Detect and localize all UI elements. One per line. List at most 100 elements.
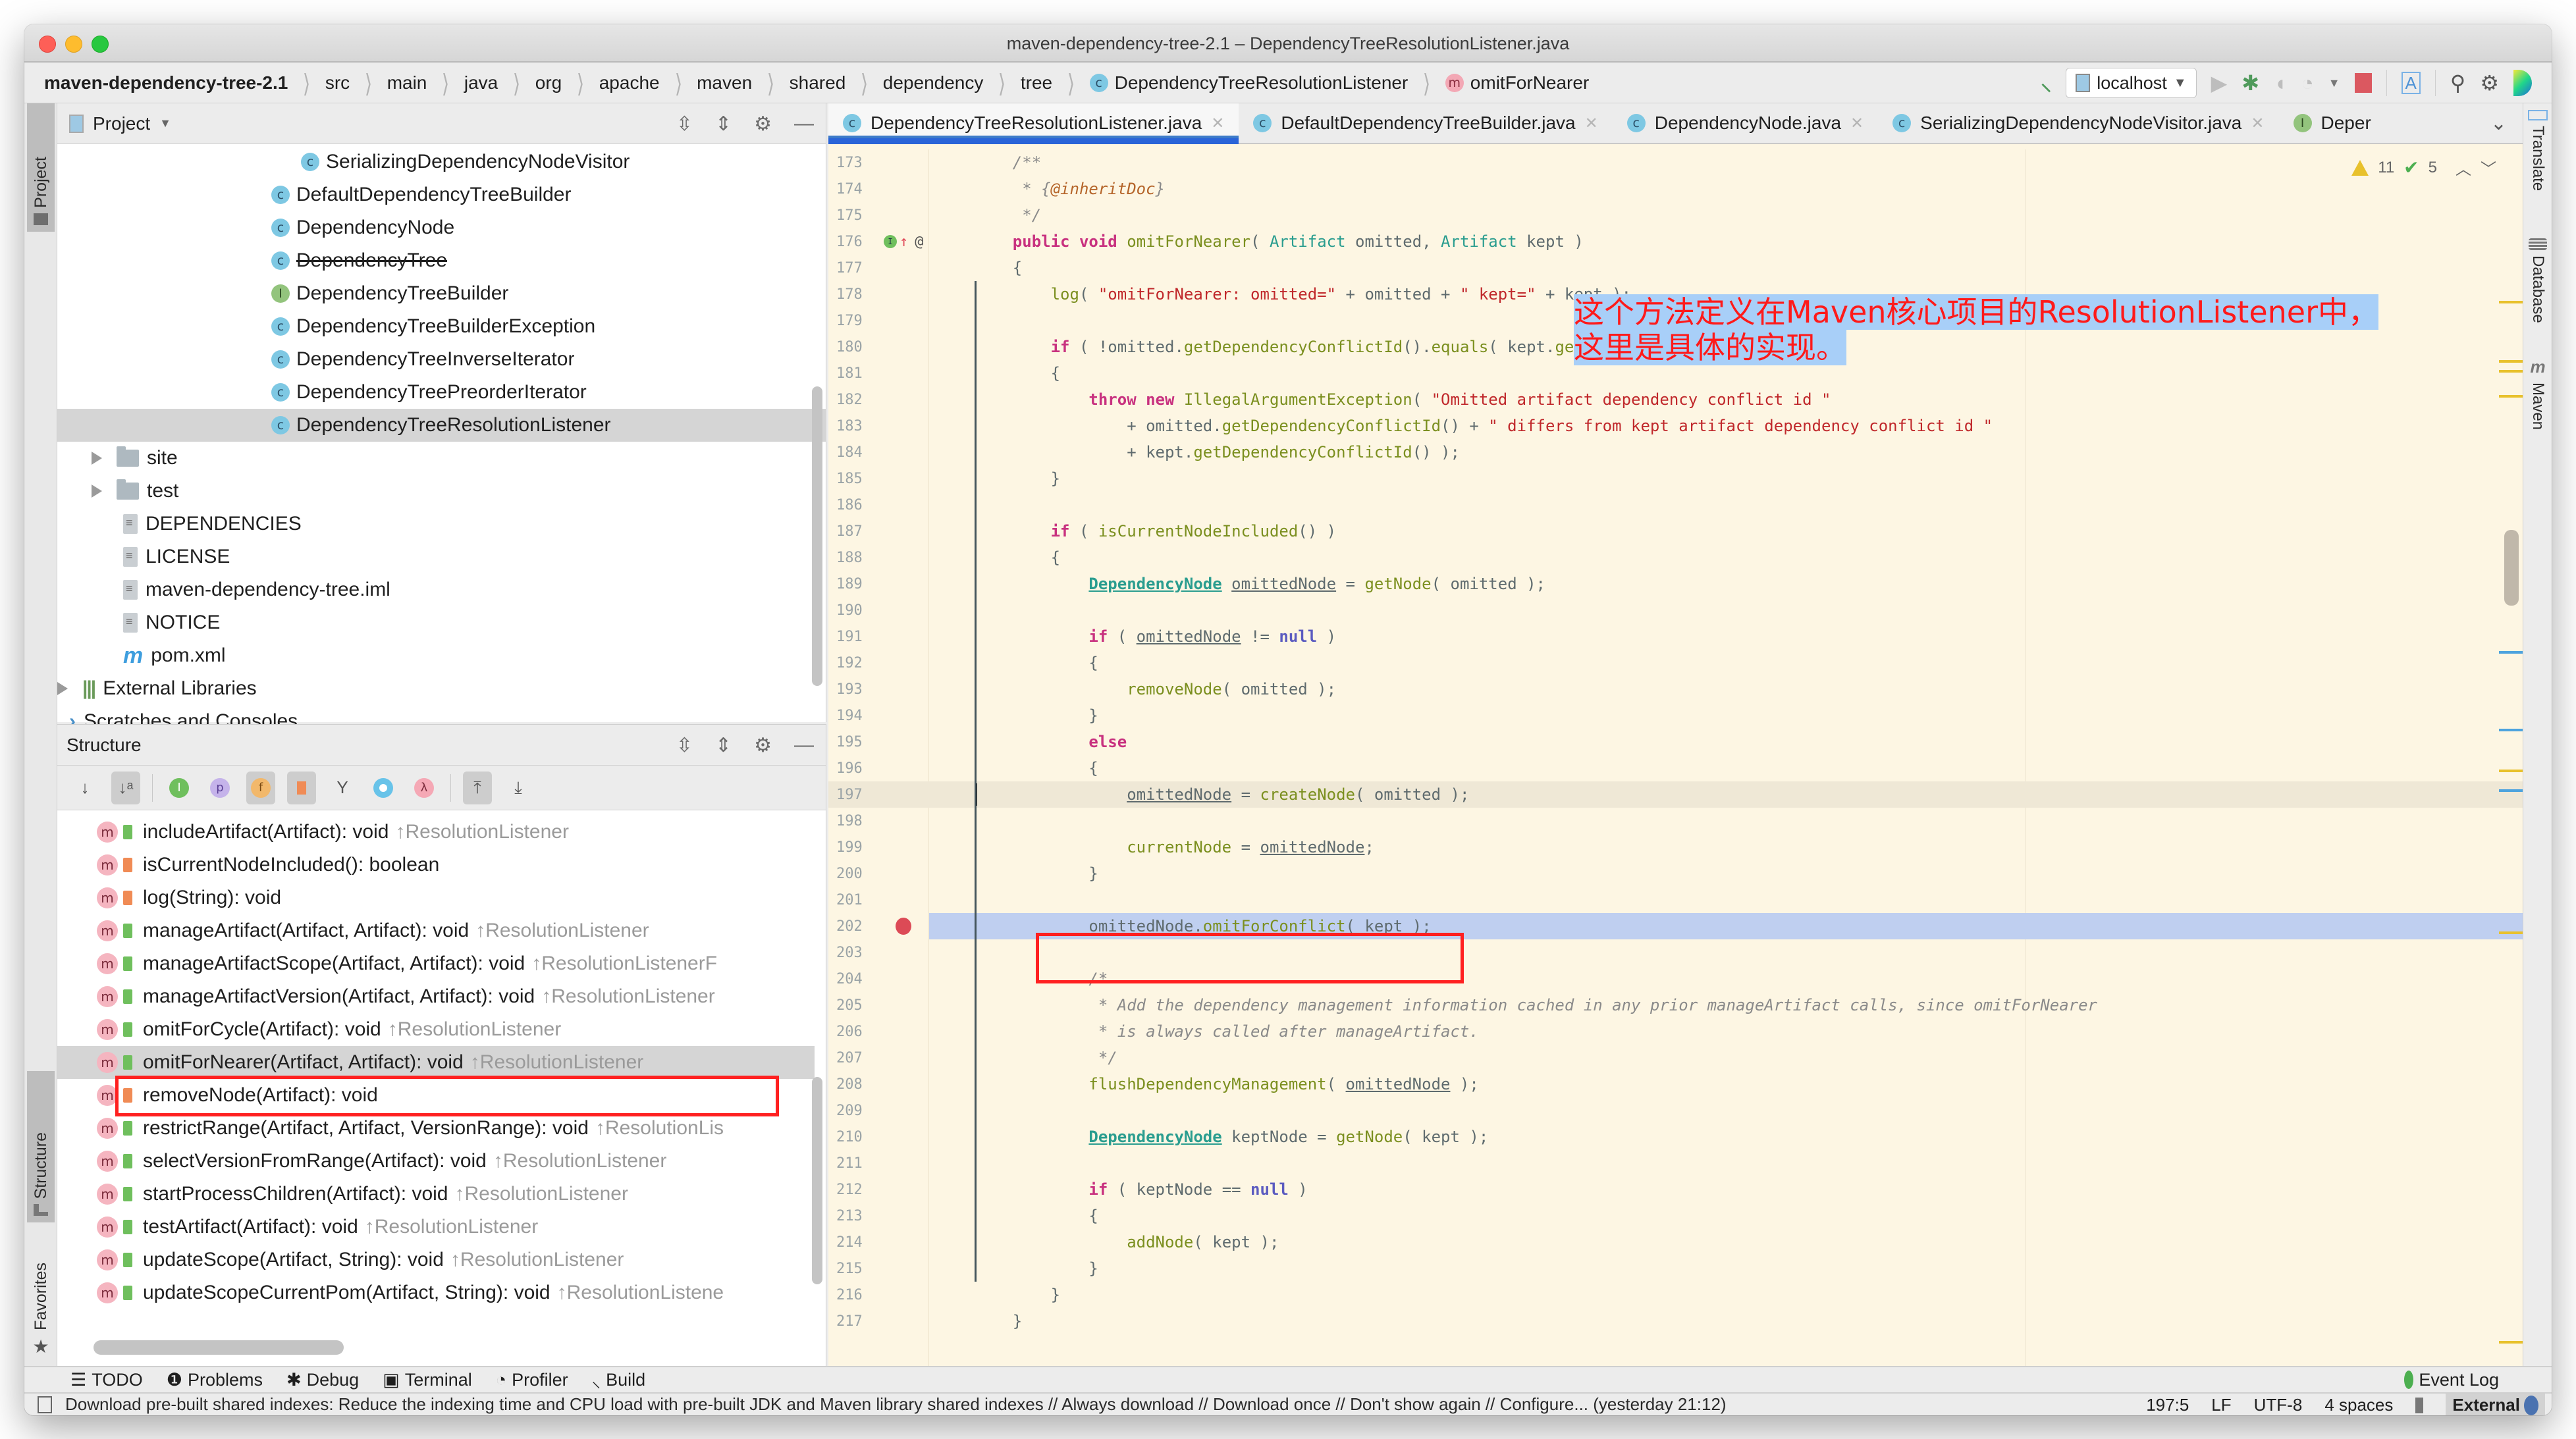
more-tabs-chevron-icon[interactable]: ⌄ xyxy=(2475,103,2523,143)
structure-item[interactable]: m manageArtifact(Artifact, Artifact): voi… xyxy=(57,914,815,947)
code-editor[interactable]: c DependencyTreeResolutionListener.java ✕ c… xyxy=(828,103,2523,1366)
status-message[interactable]: Download pre-built shared indexes: Reduc… xyxy=(65,1394,1727,1415)
read-only-lock-icon[interactable] xyxy=(2415,1397,2424,1413)
tree-item[interactable]: c DefaultDependencyTreeBuilder xyxy=(57,178,826,211)
project-view-selector[interactable]: Project xyxy=(93,113,150,134)
breadcrumb-item[interactable]: src xyxy=(325,72,350,93)
sort-by-visibility-icon[interactable]: ↓ xyxy=(70,772,99,804)
structure-item[interactable]: m omitForCycle(Artifact): void ↑Resolution… xyxy=(57,1013,815,1046)
code-line[interactable]: 183 + omitted.getDependencyConflictId() … xyxy=(828,413,2523,439)
indent-setting[interactable]: 4 spaces xyxy=(2324,1395,2393,1415)
sort-alphabetically-icon[interactable]: ↓ᵃ xyxy=(111,771,140,804)
run-icon[interactable]: ▶ xyxy=(2211,72,2228,93)
code-line[interactable]: 210 DependencyNode keptNode = getNode( k… xyxy=(828,1124,2523,1150)
code-line[interactable]: 188 { xyxy=(828,544,2523,571)
code-line[interactable]: 198 xyxy=(828,808,2523,834)
breadcrumb-item[interactable]: m omitForNearer xyxy=(1445,72,1589,93)
code-line[interactable]: 182 throw new IllegalArgumentException( … xyxy=(828,386,2523,413)
expand-all-icon[interactable]: ⇳ xyxy=(676,113,693,136)
structure-item[interactable]: m manageArtifactVersion(Artifact, Artifac… xyxy=(57,980,815,1013)
show-lambdas-fork-icon[interactable]: Y xyxy=(328,772,357,804)
editor-tab[interactable]: c DependencyTreeResolutionListener.java ✕ xyxy=(828,103,1239,144)
code-line[interactable]: 177 { xyxy=(828,255,2523,281)
code-line[interactable]: 175 */ xyxy=(828,202,2523,228)
code-line[interactable]: 189 DependencyNode omittedNode = getNode… xyxy=(828,571,2523,597)
vcs-branch-widget[interactable]: External xyxy=(2446,1394,2545,1415)
tree-item[interactable]: maven-dependency-tree.iml xyxy=(57,573,826,606)
warning-stripe-mark[interactable] xyxy=(2499,395,2523,398)
toolwindow-profiler-button[interactable]: ◔ Profiler xyxy=(496,1370,568,1390)
status-panel-toggle-icon[interactable] xyxy=(38,1396,52,1413)
code-line[interactable]: 201 xyxy=(828,887,2523,913)
toolwindow-debug-button[interactable]: ✱ Debug xyxy=(286,1370,359,1390)
breadcrumb-item[interactable]: java xyxy=(464,72,498,93)
code-line[interactable]: 196 { xyxy=(828,755,2523,781)
code-line[interactable]: 186 xyxy=(828,492,2523,518)
structure-item[interactable]: m isCurrentNodeIncluded(): boolean xyxy=(57,849,815,881)
show-fields-icon[interactable]: f xyxy=(246,771,275,804)
breadcrumb-item[interactable]: dependency xyxy=(883,72,984,93)
usage-stripe-mark[interactable] xyxy=(2499,789,2523,792)
tree-item[interactable]: ||| External Libraries xyxy=(57,672,826,705)
structure-scrollbar[interactable] xyxy=(812,1077,822,1284)
tree-item[interactable]: m pom.xml xyxy=(57,639,826,672)
caret-position[interactable]: 197:5 xyxy=(2146,1395,2189,1415)
code-line[interactable]: 194 } xyxy=(828,702,2523,729)
expand-arrow-icon[interactable] xyxy=(92,484,102,498)
code-line[interactable]: 173 /** xyxy=(828,149,2523,176)
code-line[interactable]: 200 } xyxy=(828,860,2523,887)
line-separator[interactable]: LF xyxy=(2211,1395,2231,1415)
structure-item[interactable]: m includeArtifact(Artifact): void ↑Resolut… xyxy=(57,816,815,849)
editor-tab[interactable]: c SerializingDependencyNodeVisitor.java ✕ xyxy=(1878,103,2278,143)
code-line[interactable]: 185 } xyxy=(828,465,2523,492)
code-line[interactable]: 216 } xyxy=(828,1282,2523,1308)
breadcrumb-item[interactable]: org xyxy=(535,72,562,93)
breadcrumb-item[interactable]: tree xyxy=(1021,72,1052,93)
code-line[interactable]: 174 * {@inheritDoc} xyxy=(828,176,2523,202)
structure-item[interactable]: m manageArtifactScope(Artifact, Artifact)… xyxy=(57,947,815,980)
autoscroll-to-source-icon[interactable]: ⤒ xyxy=(463,771,492,804)
code-line[interactable]: 192 { xyxy=(828,650,2523,676)
usage-stripe-mark[interactable] xyxy=(2499,729,2523,731)
code-line[interactable]: 211 xyxy=(828,1150,2523,1176)
next-highlight-icon[interactable]: ﹀ xyxy=(2481,156,2496,179)
code-line[interactable]: 197 omittedNode = createNode( omitted ); xyxy=(828,781,2523,808)
structure-item[interactable]: m omitForNearer(Artifact, Artifact): void… xyxy=(57,1046,815,1079)
editor-scrollbar-thumb[interactable] xyxy=(2504,530,2519,606)
project-tree-scrollbar[interactable] xyxy=(812,386,822,686)
warning-stripe-mark[interactable] xyxy=(2499,770,2523,772)
inspection-widget[interactable]: 11 ✔ 5 ︿ ﹀ xyxy=(2351,156,2496,179)
breadcrumb-item[interactable]: apache xyxy=(599,72,660,93)
usage-stripe-mark[interactable] xyxy=(2499,651,2523,654)
debug-icon[interactable]: ✱ xyxy=(2241,72,2259,93)
code-line[interactable]: 176 I ↑ @ public void omitForNearer( Artifa… xyxy=(828,228,2523,255)
breakpoint-icon[interactable] xyxy=(896,918,911,935)
code-line[interactable]: 199 currentNode = omittedNode; xyxy=(828,834,2523,860)
close-tab-icon[interactable]: ✕ xyxy=(2251,114,2264,133)
code-line[interactable]: 209 xyxy=(828,1097,2523,1124)
translate-tool-tab[interactable]: Translate xyxy=(2526,110,2550,191)
structure-item[interactable]: m startProcessChildren(Artifact): void ↑Re… xyxy=(57,1178,815,1211)
structure-item[interactable]: m updateScope(Artifact, String): void ↑Res… xyxy=(57,1243,815,1276)
warning-stripe-mark[interactable] xyxy=(2499,360,2523,363)
tree-item[interactable]: LICENSE xyxy=(57,540,826,573)
tree-item[interactable]: DEPENDENCIES xyxy=(57,508,826,540)
expand-arrow-icon[interactable] xyxy=(92,452,102,465)
code-line[interactable]: 213 { xyxy=(828,1203,2523,1229)
database-tool-tab[interactable]: Database xyxy=(2526,238,2550,323)
tree-item[interactable]: c SerializingDependencyNodeVisitor xyxy=(57,145,826,178)
warning-stripe-mark[interactable] xyxy=(2499,931,2523,934)
structure-item[interactable]: m log(String): void xyxy=(57,881,815,914)
show-inherited-icon[interactable]: I xyxy=(165,772,194,804)
hide-panel-icon[interactable]: — xyxy=(794,113,814,135)
code-line[interactable]: 212 if ( keptNode == null ) xyxy=(828,1176,2523,1203)
toolwindow-problems-button[interactable]: ❶ Problems xyxy=(167,1370,263,1390)
profile-dropdown-icon[interactable]: ▼ xyxy=(2328,76,2340,90)
tree-item[interactable]: test xyxy=(57,475,826,508)
tree-item[interactable]: c DependencyTree xyxy=(57,244,826,277)
tree-item[interactable]: c DependencyNode xyxy=(57,211,826,244)
close-tab-icon[interactable]: ✕ xyxy=(1585,114,1598,133)
tree-item[interactable]: c DependencyTreeBuilderException xyxy=(57,310,826,343)
tree-item[interactable]: c DependencyTreePreorderIterator xyxy=(57,376,826,409)
jetbrains-toolbox-icon[interactable] xyxy=(2513,70,2532,96)
